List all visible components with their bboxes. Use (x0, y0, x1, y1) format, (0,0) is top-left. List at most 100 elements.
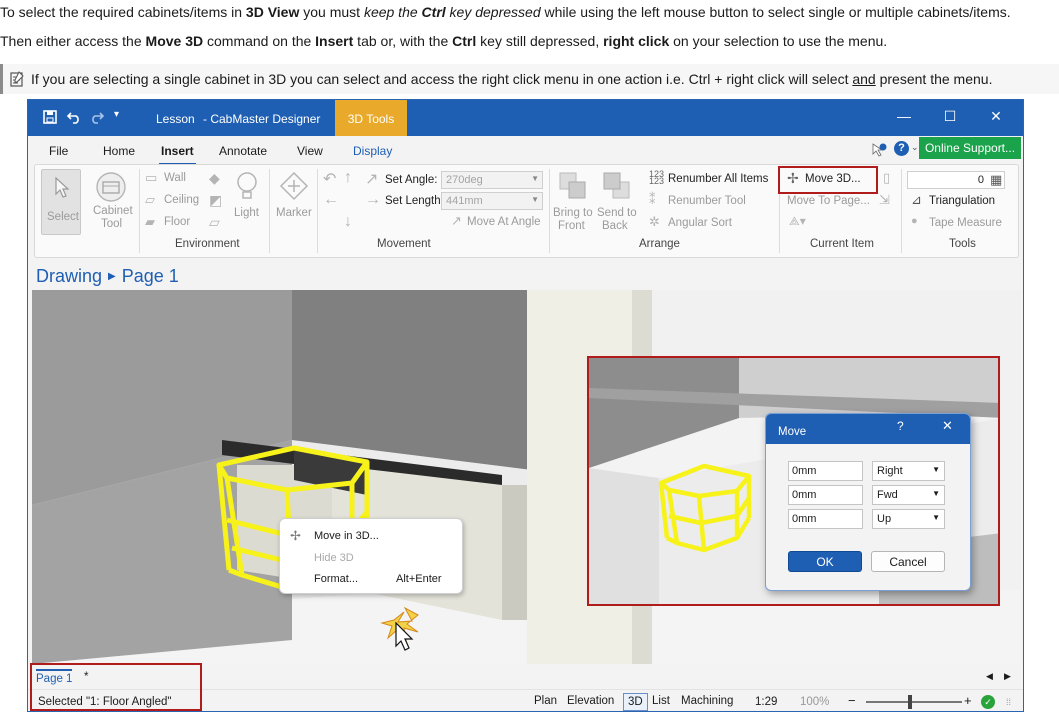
tab-file[interactable]: File (49, 144, 68, 158)
view-3d[interactable]: 3D (623, 693, 648, 711)
cabinet-tool-label: Tool (101, 218, 123, 230)
select-label: Select (47, 211, 79, 223)
select-button[interactable]: Select (41, 169, 81, 235)
maximize-icon[interactable]: ☐ (938, 108, 962, 128)
text: you must (299, 4, 364, 20)
move-dialog-title: Move (778, 426, 807, 438)
move-y-value: 0mm (792, 489, 817, 501)
send-back-icon (603, 172, 630, 199)
arrow-down-icon[interactable]: ↓ (344, 213, 352, 231)
calculator-icon[interactable]: ▦ (990, 172, 1002, 188)
menu-item-hide-3d[interactable]: Hide 3D (314, 552, 354, 564)
move-dialog-title-bar: Move ? ✕ (766, 414, 970, 444)
tab-3d-tools[interactable]: 3D Tools (335, 100, 407, 136)
shape-dropdown-icon[interactable]: ⟁▾ (789, 214, 806, 229)
highlight-status (30, 663, 202, 711)
view-machining[interactable]: Machining (677, 693, 737, 711)
set-angle-label: Set Angle: (385, 174, 438, 186)
send-to-back-button[interactable]: Send to Back (595, 169, 639, 233)
set-length-input[interactable]: 441mm ▼ (441, 192, 543, 210)
minimize-icon[interactable]: — (892, 108, 916, 128)
light-label: Light (234, 207, 259, 219)
move-y-direction-select[interactable]: Fwd ▼ (872, 485, 945, 505)
tab-view[interactable]: View (297, 144, 323, 158)
zoom-in-button[interactable]: + (964, 693, 972, 708)
rotate-left-icon[interactable]: ↶ (323, 169, 336, 189)
move-x-input[interactable]: 0mm (788, 461, 863, 481)
angular-sort-label: Angular Sort (668, 217, 732, 229)
marker-button[interactable]: Marker (273, 169, 315, 229)
page-move-icon[interactable]: ⇲ (879, 192, 890, 208)
cancel-button[interactable]: Cancel (871, 551, 945, 572)
view-elevation[interactable]: Elevation (563, 693, 618, 711)
ribbon: Select Cabinet Tool ▭ Wall ▱ Ceiling ▰ F… (34, 164, 1019, 258)
move-y-input[interactable]: 0mm (788, 485, 863, 505)
move-z-direction-select[interactable]: Up ▼ (872, 509, 945, 529)
move-x-direction-select[interactable]: Right ▼ (872, 461, 945, 481)
close-icon[interactable]: ✕ (984, 108, 1008, 128)
tab-scroll-left-icon[interactable]: ◀ (986, 671, 993, 682)
note-callout: If you are selecting a single cabinet in… (0, 64, 1059, 94)
pointer-help-icon[interactable] (871, 142, 887, 158)
lightbulb-icon (237, 172, 257, 199)
arrow-up-icon[interactable]: ↑ (344, 169, 352, 187)
tab-annotate[interactable]: Annotate (219, 144, 267, 158)
text-bold: Move 3D (145, 33, 204, 49)
app-title: - CabMaster Designer (203, 112, 321, 126)
redo-icon[interactable] (89, 110, 105, 124)
menu-item-move-in-3d[interactable]: Move in 3D... (314, 530, 379, 542)
tab-scroll-right-icon[interactable]: ▶ (1004, 671, 1011, 682)
group-environment: Environment (175, 238, 240, 250)
zoom-out-button[interactable]: − (848, 693, 856, 708)
opening-icon[interactable]: ◆ (209, 170, 220, 187)
resize-grip-icon[interactable]: ⁞⁞ (1006, 697, 1011, 707)
dialog-help-icon[interactable]: ? (897, 419, 904, 433)
move-z-input[interactable]: 0mm (788, 509, 863, 529)
zoom-slider[interactable] (866, 695, 962, 709)
3d-viewport[interactable]: Move ? ✕ 0mm Right ▼ 0mm Fwd ▼ 0mm Up ▼ OK … (32, 290, 1021, 664)
arrow-left-icon[interactable]: ← (323, 191, 339, 209)
dialog-close-icon[interactable]: ✕ (942, 418, 953, 434)
online-support-button[interactable]: Online Support... (919, 137, 1021, 159)
quick-access-dropdown-icon[interactable]: ▾ (114, 109, 119, 120)
breadcrumb: Drawing ▶ Page 1 (36, 266, 179, 287)
document-icon[interactable]: ▯ (883, 170, 890, 186)
undo-icon[interactable] (66, 110, 82, 124)
breadcrumb-page[interactable]: Page 1 (122, 266, 179, 286)
send-to-back-label: Send to (597, 207, 637, 219)
tab-display[interactable]: Display (353, 144, 392, 158)
chevron-down-icon: ▼ (932, 465, 940, 474)
zoom-slider-thumb[interactable] (908, 695, 912, 709)
wall-label: Wall (164, 172, 186, 184)
marker-label: Marker (276, 207, 312, 219)
cabinet-icon (96, 172, 126, 202)
skylight-icon[interactable]: ◩ (209, 192, 222, 209)
view-plan[interactable]: Plan (530, 693, 561, 711)
breadcrumb-drawing[interactable]: Drawing (36, 266, 102, 286)
set-length-value: 441mm (446, 195, 483, 207)
send-to-back-label: Back (602, 220, 628, 232)
ok-button[interactable]: OK (788, 551, 862, 572)
triangulation-label: Triangulation (929, 195, 996, 207)
status-ok-icon: ✓ (981, 695, 995, 709)
menu-item-format[interactable]: Format... (314, 573, 358, 585)
set-angle-input[interactable]: 270deg ▼ (441, 171, 543, 189)
text-bold: 3D View (245, 4, 300, 20)
arrow-up-right-icon[interactable]: ↗ (365, 169, 378, 189)
text: To select the required cabinets/items in (0, 4, 246, 20)
move-to-page-label: Move To Page... (787, 195, 870, 207)
floor-icon: ▰ (145, 214, 155, 229)
tab-insert[interactable]: Insert (159, 144, 196, 165)
save-icon[interactable] (43, 110, 57, 124)
tab-home[interactable]: Home (103, 144, 135, 158)
help-dropdown-icon[interactable]: ⌄ (911, 142, 919, 153)
context-menu: ✢ Move in 3D... Hide 3D Format... Alt+En… (279, 518, 463, 594)
rug-icon[interactable]: ▱ (209, 214, 220, 231)
bring-to-front-button[interactable]: Bring to Front (551, 169, 595, 233)
arrow-right-icon[interactable]: → (365, 191, 381, 209)
cursor-icon (55, 176, 70, 198)
cabinet-tool-button[interactable]: Cabinet Tool (87, 169, 135, 235)
help-icon[interactable]: ? (894, 141, 909, 156)
light-button[interactable]: Light (231, 169, 263, 229)
view-list[interactable]: List (648, 693, 674, 711)
